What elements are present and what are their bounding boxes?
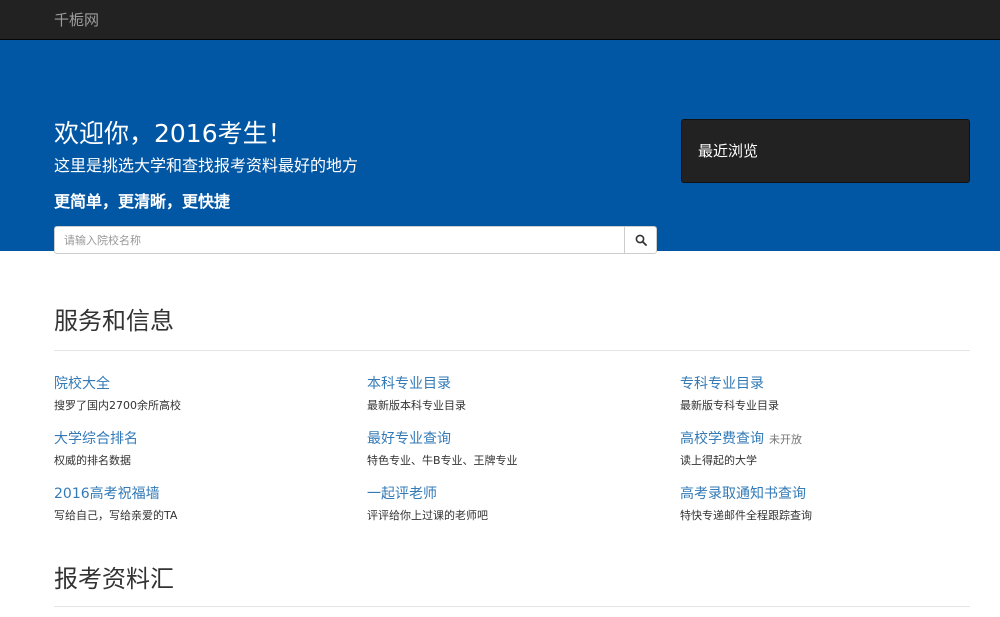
- service-item: 2016高考祝福墙 写给自己，写给亲爱的TA: [54, 483, 177, 524]
- search-icon: [635, 234, 647, 246]
- service-link-rate-teachers[interactable]: 一起评老师: [367, 484, 437, 504]
- service-desc: 特色专业、牛B专业、王牌专业: [367, 454, 518, 467]
- hero-banner: 欢迎你，2016考生！ 这里是挑选大学和查找报考资料最好的地方 更简单，更清晰，…: [0, 40, 1000, 254]
- service-item: 本科专业目录 最新版本科专业目录: [367, 373, 466, 414]
- service-desc: 评评给你上过课的老师吧: [367, 509, 488, 522]
- hero-title: 欢迎你，2016考生！: [54, 119, 293, 148]
- service-desc: 读上得起的大学: [680, 454, 757, 467]
- services-divider: [54, 350, 970, 351]
- top-navbar: 千栀网: [0, 0, 1000, 40]
- service-desc: 写给自己，写给亲爱的TA: [54, 509, 178, 522]
- search-bar: [54, 226, 657, 254]
- service-link-rankings[interactable]: 大学综合排名: [54, 429, 138, 449]
- service-link-wish-wall[interactable]: 2016高考祝福墙: [54, 484, 160, 504]
- service-item: 高校学费查询 未开放 读上得起的大学: [680, 428, 802, 469]
- service-item: 大学综合排名 权威的排名数据: [54, 428, 138, 469]
- hero-subtitle: 这里是挑选大学和查找报考资料最好的地方: [54, 156, 359, 175]
- service-item: 院校大全 搜罗了国内2700余所高校: [54, 373, 181, 414]
- service-link-schools[interactable]: 院校大全: [54, 374, 110, 394]
- service-link-undergrad-majors[interactable]: 本科专业目录: [367, 374, 451, 394]
- materials-divider: [54, 606, 970, 607]
- recent-views-panel[interactable]: 最近浏览: [681, 119, 970, 183]
- service-link-best-majors[interactable]: 最好专业查询: [367, 429, 451, 449]
- service-link-admission-letter[interactable]: 高考录取通知书查询: [680, 484, 806, 504]
- recent-views-label: 最近浏览: [698, 142, 759, 160]
- service-desc: 权威的排名数据: [54, 454, 131, 467]
- not-open-note: 未开放: [769, 433, 802, 446]
- service-item: 高考录取通知书查询 特快专递邮件全程跟踪查询: [680, 483, 812, 524]
- school-search-input[interactable]: [55, 227, 624, 253]
- service-link-tuition[interactable]: 高校学费查询: [680, 429, 764, 449]
- service-desc: 搜罗了国内2700余所高校: [54, 399, 181, 412]
- service-desc: 最新版本科专业目录: [367, 399, 466, 412]
- service-item: 专科专业目录 最新版专科专业目录: [680, 373, 779, 414]
- materials-heading: 报考资料汇: [54, 565, 174, 593]
- service-desc: 特快专递邮件全程跟踪查询: [680, 509, 812, 522]
- services-heading: 服务和信息: [54, 307, 174, 335]
- service-link-college-majors[interactable]: 专科专业目录: [680, 374, 764, 394]
- hero-tagline: 更简单，更清晰，更快捷: [54, 192, 231, 211]
- brand-link[interactable]: 千栀网: [54, 10, 99, 30]
- service-item: 一起评老师 评评给你上过课的老师吧: [367, 483, 488, 524]
- service-item: 最好专业查询 特色专业、牛B专业、王牌专业: [367, 428, 518, 469]
- service-desc: 最新版专科专业目录: [680, 399, 779, 412]
- search-button[interactable]: [624, 227, 656, 253]
